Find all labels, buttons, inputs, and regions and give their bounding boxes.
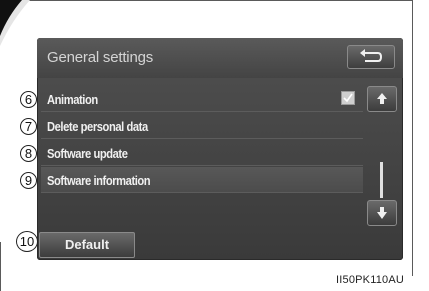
scroll-down-arrow-icon	[377, 207, 387, 219]
setting-row-software-information[interactable]: Software information	[41, 167, 363, 193]
scroll-down-button[interactable]	[367, 200, 397, 226]
callout-9: 9	[20, 172, 37, 189]
setting-row-label: Delete personal data	[47, 119, 148, 134]
callout-7: 7	[20, 118, 37, 135]
general-settings-screen: General settings Animation Delete person…	[37, 38, 403, 260]
callout-10: 10	[16, 231, 38, 252]
scroll-thumb[interactable]	[380, 162, 383, 198]
scroll-up-arrow-icon	[377, 93, 387, 104]
setting-row-label: Animation	[47, 92, 98, 107]
default-button[interactable]: Default	[39, 232, 135, 258]
back-button[interactable]	[347, 45, 395, 69]
callout-6: 6	[20, 91, 37, 108]
animation-checkbox[interactable]	[341, 91, 355, 105]
return-arrow-icon	[360, 49, 383, 62]
setting-row-delete-personal-data[interactable]: Delete personal data	[41, 113, 363, 139]
page-frame-left	[0, 242, 1, 291]
checkmark-icon	[343, 93, 353, 103]
figure-code: II50PK110AU	[336, 274, 405, 286]
page-corner-mark	[0, 0, 30, 46]
setting-row-label: Software update	[47, 146, 128, 161]
page-frame-top	[0, 0, 413, 1]
callout-8: 8	[20, 145, 37, 162]
title-bar: General settings	[37, 38, 403, 78]
screen-title: General settings	[47, 49, 154, 66]
page-frame-right	[412, 0, 413, 276]
setting-row-animation[interactable]: Animation	[41, 86, 363, 112]
setting-row-software-update[interactable]: Software update	[41, 140, 363, 166]
setting-row-label: Software information	[47, 173, 151, 188]
scroll-up-button[interactable]	[367, 86, 397, 112]
